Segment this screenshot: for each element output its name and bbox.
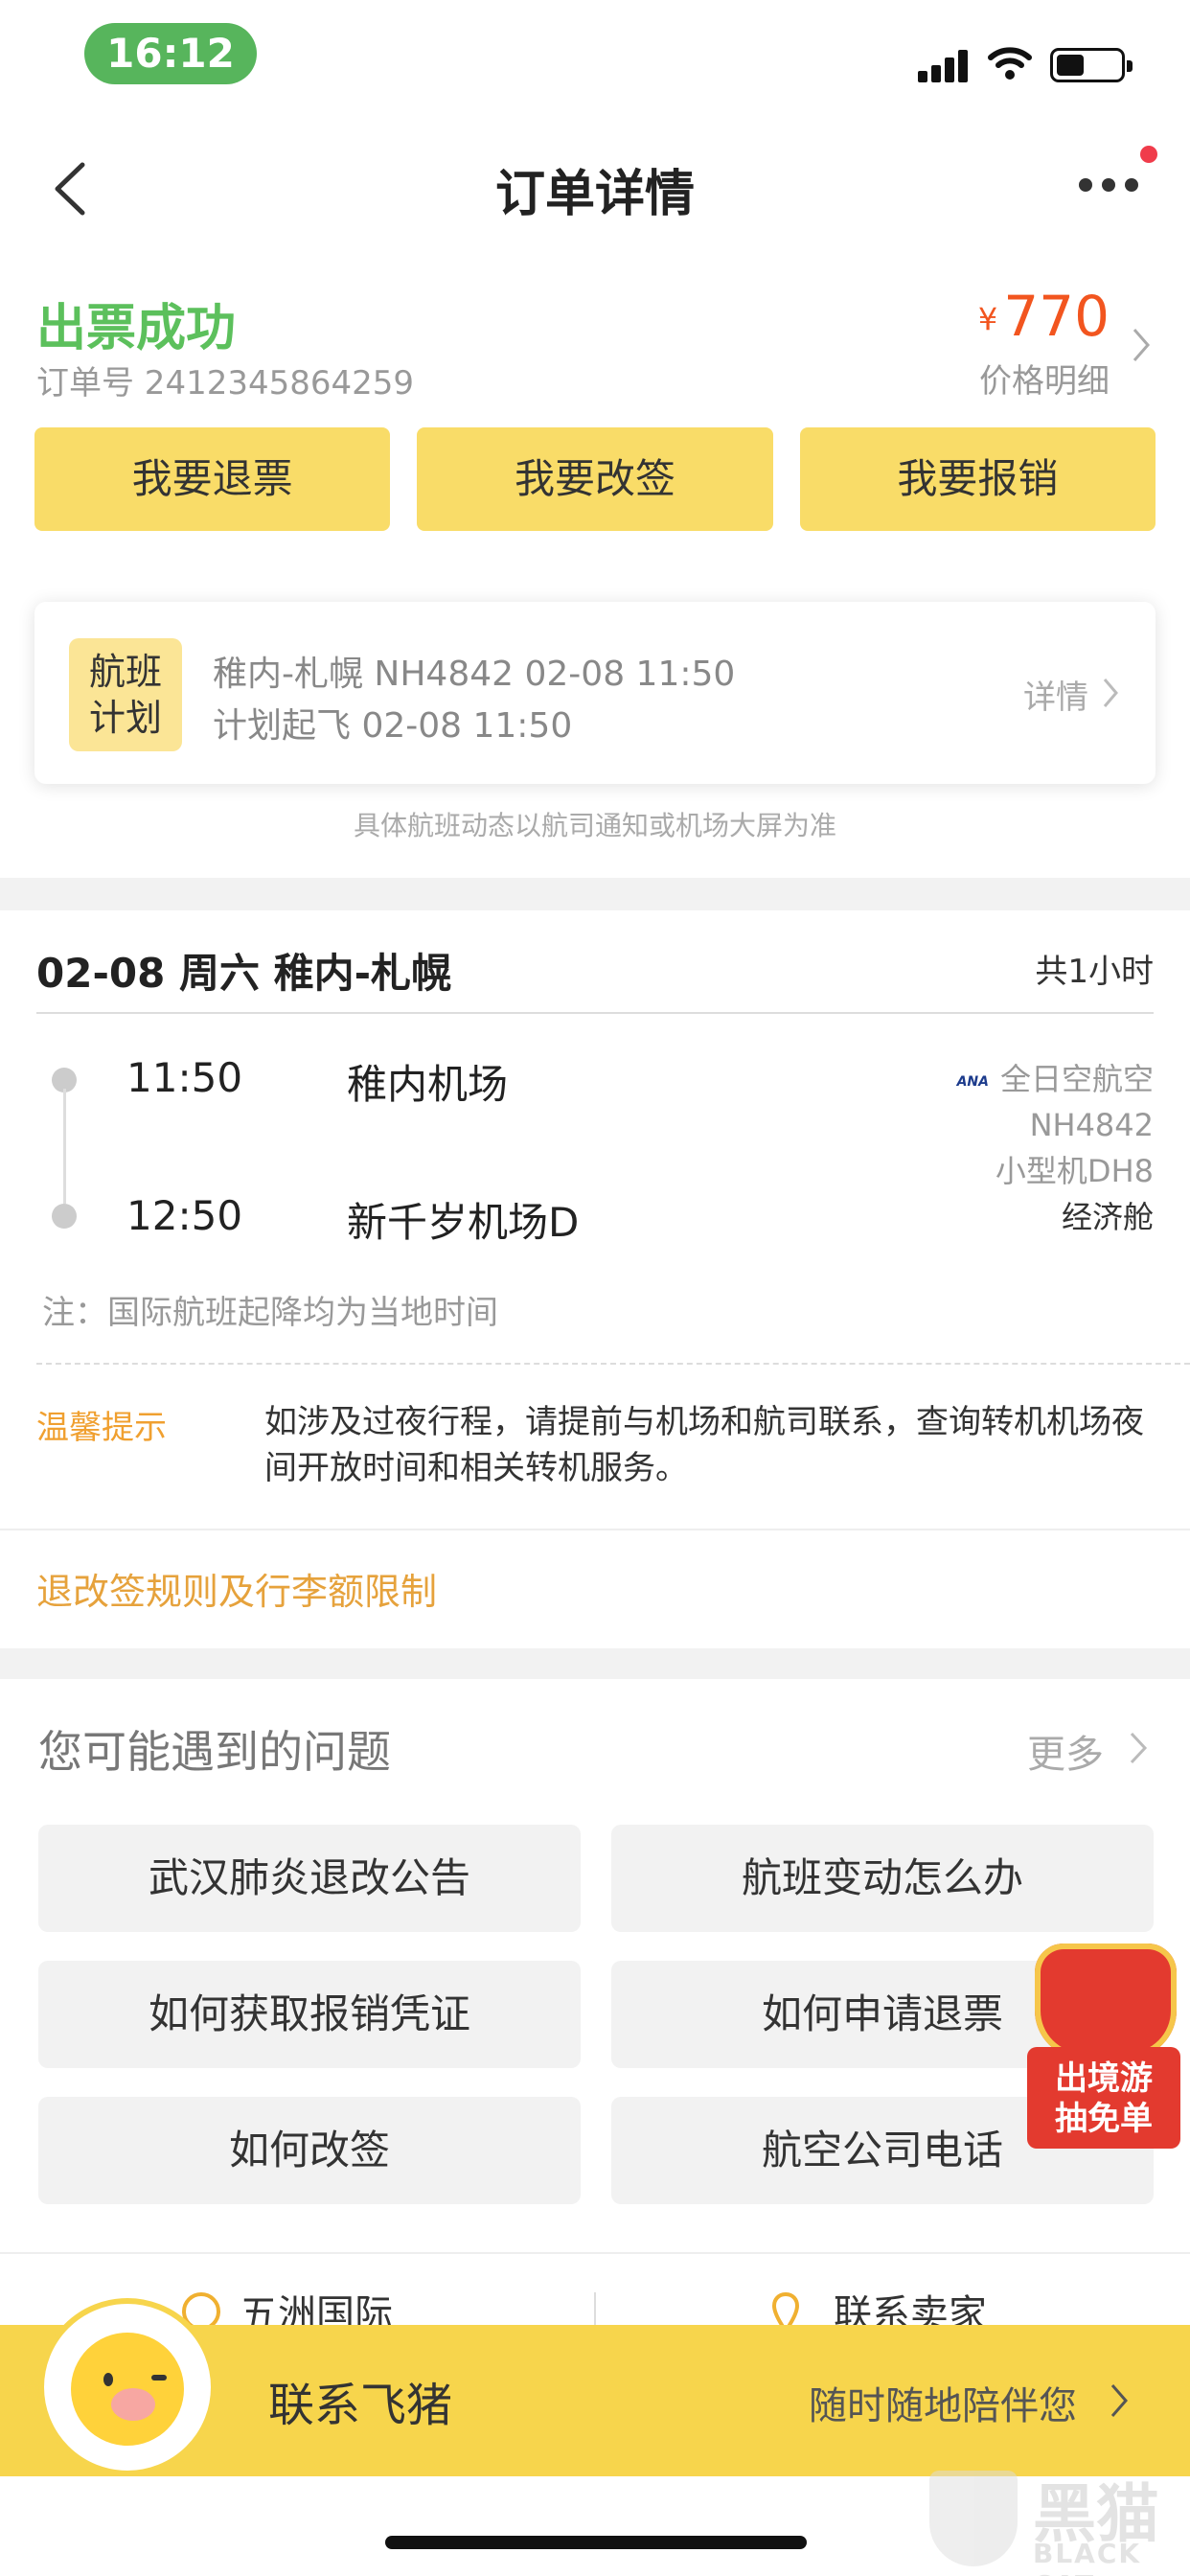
airline-logo-icon: ANA (956, 1074, 989, 1090)
page-title: 订单详情 (494, 166, 695, 223)
arrival-airport: 新千岁机场D (347, 1199, 580, 1246)
faq-item[interactable]: 如何改签 (38, 2097, 581, 2204)
red-envelope-icon (1035, 1944, 1177, 2058)
timeline-line (63, 1089, 66, 1204)
tip-label: 温馨提示 (36, 1409, 167, 1447)
contact-title: 联系飞猪 (268, 2379, 453, 2432)
airline-name: 全日空航空 (999, 1061, 1154, 1097)
currency-symbol: ¥ (977, 301, 998, 337)
divider (0, 1529, 1190, 1530)
promo-line2: 抽免单 (1055, 2100, 1153, 2138)
order-number: 订单号 2412345864259 (36, 364, 415, 402)
flight-plan-detail-link[interactable]: 详情 (1023, 671, 1088, 718)
flight-duration: 共1小时 (1035, 953, 1154, 991)
faq-title: 您可能遇到的问题 (38, 1726, 391, 1778)
chevron-right-icon (1110, 2384, 1128, 2417)
order-actions: 我要退票 我要改签 我要报销 (34, 427, 1156, 531)
aircraft-type: 小型机DH8 (995, 1153, 1154, 1189)
chevron-right-icon[interactable] (1131, 326, 1152, 364)
reimburse-button[interactable]: 我要报销 (799, 427, 1156, 531)
order-summary-section: 出票成功 订单号 2412345864259 ¥770 价格明细 我要退票 我要… (0, 249, 1190, 878)
reschedule-button[interactable]: 我要改签 (417, 427, 773, 531)
faq-item[interactable]: 航班变动怎么办 (611, 1825, 1154, 1932)
chevron-right-icon (1103, 678, 1118, 707)
faq-item[interactable]: 武汉肺炎退改公告 (38, 1825, 581, 1932)
mascot-avatar (38, 2298, 217, 2476)
badge-line2: 计划 (88, 697, 162, 739)
home-indicator[interactable] (385, 2536, 807, 2549)
price-detail-link[interactable]: 价格明细 (979, 355, 1110, 402)
status-time: 16:12 (84, 23, 257, 84)
badge-line1: 航班 (88, 651, 162, 693)
promo-float-button[interactable]: 出境游 抽免单 (1027, 1934, 1180, 2149)
contact-subtitle: 随时随地陪伴您 (809, 2384, 1077, 2428)
airline-info: ANA 全日空航空 NH4842 小型机DH8 经济舱 (949, 1056, 1154, 1240)
flight-date-route: 02-08 周六 稚内-札幌 (36, 950, 452, 997)
faq-more-link[interactable]: 更多 (1027, 1723, 1104, 1779)
faq-grid: 武汉肺炎退改公告 航班变动怎么办 如何获取报销凭证 如何申请退票 如何改签 航空… (38, 1825, 1154, 2204)
navigation-bar: 订单详情 (0, 125, 1190, 249)
promo-label: 出境游 抽免单 (1027, 2047, 1180, 2149)
dashed-divider (36, 1363, 1190, 1365)
promo-line1: 出境游 (1055, 2059, 1153, 2098)
watermark-logo: 黑猫 BLACK CAT (929, 2463, 1190, 2576)
arrival-dot (52, 1204, 77, 1229)
tip-text: 如涉及过夜行程，请提前与机场和航司联系，查询转机机场夜间开放时间和相关转机服务。 (264, 1403, 1144, 1487)
cabin-class: 经济舱 (1061, 1199, 1154, 1235)
cat-shield-icon (929, 2471, 1018, 2566)
status-bar: 16:12 (0, 0, 1190, 125)
flight-plan-route: 稚内-札幌 NH4842 02-08 11:50 (213, 655, 736, 694)
arrival-time: 12:50 (126, 1192, 243, 1239)
divider (0, 2252, 1190, 2254)
contact-fliggy-bar[interactable]: 联系飞猪 随时随地陪伴您 (0, 2298, 1190, 2476)
flight-details-section: 02-08 周六 稚内-札幌 共1小时 11:50 稚内机场 12:50 新千岁… (0, 910, 1190, 1648)
refund-button[interactable]: 我要退票 (34, 427, 391, 531)
departure-airport: 稚内机场 (347, 1061, 509, 1108)
divider (36, 1012, 1154, 1014)
local-time-note: 注：国际航班起降均为当地时间 (42, 1294, 498, 1332)
watermark-english: BLACK CAT (1033, 2538, 1142, 2576)
more-options-button[interactable] (1079, 178, 1142, 197)
cellular-signal-icon (918, 48, 970, 82)
flight-number: NH4842 (1029, 1107, 1154, 1143)
chevron-right-icon[interactable] (1129, 1731, 1148, 1765)
wifi-icon (988, 47, 1032, 80)
baggage-rules-link[interactable]: 退改签规则及行李额限制 (36, 1562, 437, 1615)
ticket-status: 出票成功 (36, 300, 237, 357)
flight-plan-card[interactable]: 航班 计划 稚内-札幌 NH4842 02-08 11:50 计划起飞 02-0… (34, 602, 1156, 784)
battery-icon (1050, 48, 1133, 82)
flight-plan-departure: 计划起飞 02-08 11:50 (213, 706, 573, 746)
price-amount: 770 (1003, 284, 1110, 349)
flight-status-notice: 具体航班动态以航司通知或机场大屏为准 (353, 810, 836, 841)
notification-dot (1140, 146, 1157, 163)
flight-plan-badge: 航班 计划 (69, 638, 182, 751)
faq-item[interactable]: 如何获取报销凭证 (38, 1961, 581, 2068)
order-price[interactable]: ¥770 (978, 284, 1110, 349)
departure-time: 11:50 (126, 1054, 243, 1101)
